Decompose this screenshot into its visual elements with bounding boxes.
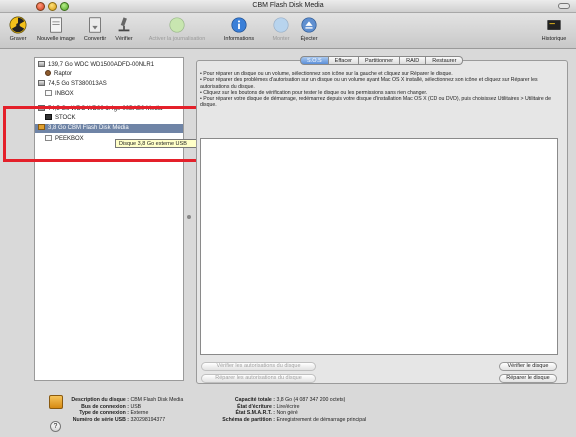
verify-button[interactable]: Vérifier bbox=[112, 16, 136, 42]
disk-item-label: 139,7 Go WDC WD1500ADFD-00NLR1 bbox=[48, 62, 155, 68]
disk-utility-window: CBM Flash Disk Media Graver Nouvelle ima… bbox=[0, 0, 576, 437]
mount-button[interactable]: Monter bbox=[270, 16, 292, 42]
info-icon bbox=[231, 17, 247, 33]
split-view-divider[interactable] bbox=[184, 57, 194, 381]
info-value: Externe bbox=[130, 410, 149, 416]
verify-label: Vérifier bbox=[115, 36, 133, 42]
info-value: Lire/écrire bbox=[276, 403, 300, 410]
mount-label: Monter bbox=[272, 36, 290, 42]
first-aid-log[interactable] bbox=[200, 138, 558, 355]
info-key: Numéro de série USB : bbox=[72, 416, 129, 423]
verify-disk-button[interactable]: Vérifier le disque bbox=[499, 362, 557, 371]
tab-raid[interactable]: RAID bbox=[400, 56, 427, 65]
info-value: 3,8 Go (4 087 347 200 octets) bbox=[276, 397, 346, 403]
divider-handle-icon bbox=[187, 215, 191, 219]
verify-permissions-button[interactable]: Vérifier les autorisations du disque bbox=[201, 362, 316, 371]
new-image-label: Nouvelle image bbox=[37, 36, 75, 42]
microscope-icon bbox=[118, 17, 130, 32]
volume-icon bbox=[45, 70, 51, 76]
burn-button[interactable]: Graver bbox=[6, 16, 30, 42]
volume-icon bbox=[45, 90, 52, 96]
tab-partition[interactable]: Partitionner bbox=[359, 56, 401, 65]
volume-item-label: Raptor bbox=[54, 71, 73, 77]
usb-disk-icon bbox=[49, 395, 63, 409]
tab-restore[interactable]: Restaurer bbox=[426, 56, 464, 65]
tab-erase[interactable]: Effacer bbox=[328, 56, 359, 65]
enable-journaling-label: Activer la journalisation bbox=[148, 36, 206, 42]
hard-disk-icon bbox=[38, 80, 45, 86]
new-image-button[interactable]: Nouvelle image bbox=[36, 16, 76, 42]
first-aid-instructions: • Pour réparer un disque ou un volume, s… bbox=[200, 71, 560, 109]
tab-bar: S.O.S Effacer Partitionner RAID Restaure… bbox=[300, 56, 464, 65]
hard-disk-icon bbox=[38, 61, 45, 67]
disk-item-st380013as[interactable]: 74,5 Go ST380013AS bbox=[35, 80, 183, 89]
info-key: Schéma de partition : bbox=[222, 416, 275, 423]
eject-label: Éjecter bbox=[300, 36, 318, 42]
disk-info-right: Capacité totale : 3,8 Go (4 087 347 200 … bbox=[205, 397, 366, 423]
info-value: Non géré bbox=[276, 410, 298, 416]
eject-icon bbox=[301, 17, 317, 33]
info-value: 320298194377 bbox=[130, 416, 166, 423]
log-label: Historique bbox=[541, 36, 567, 42]
toolbar-toggle-button[interactable] bbox=[558, 3, 570, 9]
convert-icon bbox=[89, 17, 101, 33]
info-label: Informations bbox=[223, 36, 255, 42]
mount-icon bbox=[273, 17, 289, 33]
volume-item-label: INBOX bbox=[55, 91, 74, 97]
instruction-line: • Pour réparer votre disque de démarrage… bbox=[200, 96, 551, 109]
log-icon bbox=[547, 20, 561, 30]
repair-disk-button[interactable]: Réparer le disque bbox=[499, 374, 557, 383]
radiation-icon bbox=[9, 16, 27, 34]
toolbar: Graver Nouvelle image Convertir Vérifier bbox=[0, 13, 576, 49]
journaling-icon bbox=[169, 17, 185, 33]
help-button[interactable]: ? bbox=[50, 421, 61, 432]
convert-label: Convertir bbox=[83, 36, 107, 42]
info-value: Enregistrement de démarrage principal bbox=[276, 416, 367, 423]
highlight-box bbox=[3, 106, 228, 162]
disk-info-left: Description du disque : CBM Flash Disk M… bbox=[64, 397, 183, 423]
window-title: CBM Flash Disk Media bbox=[252, 2, 324, 9]
volume-item-raptor[interactable]: Raptor bbox=[35, 70, 183, 79]
convert-button[interactable]: Convertir bbox=[80, 16, 110, 42]
log-button[interactable]: Historique bbox=[538, 16, 570, 42]
tab-first-aid[interactable]: S.O.S bbox=[300, 56, 329, 65]
instruction-line: • Pour réparer des problèmes d'autorisat… bbox=[200, 77, 538, 90]
burn-label: Graver bbox=[9, 36, 27, 42]
eject-button[interactable]: Éjecter bbox=[297, 16, 321, 42]
volume-item-inbox[interactable]: INBOX bbox=[35, 90, 183, 99]
enable-journaling-button[interactable]: Activer la journalisation bbox=[142, 16, 212, 42]
info-value: USB bbox=[130, 403, 142, 410]
title-bar: CBM Flash Disk Media bbox=[0, 0, 576, 13]
repair-permissions-button[interactable]: Réparer les autorisations du disque bbox=[201, 374, 316, 383]
disk-item-wdc[interactable]: 139,7 Go WDC WD1500ADFD-00NLR1 bbox=[35, 61, 183, 70]
info-value: CBM Flash Disk Media bbox=[130, 397, 184, 403]
new-image-icon bbox=[50, 17, 62, 33]
disk-item-label: 74,5 Go ST380013AS bbox=[48, 81, 107, 87]
info-button[interactable]: Informations bbox=[218, 16, 260, 42]
question-mark-icon: ? bbox=[53, 423, 58, 430]
